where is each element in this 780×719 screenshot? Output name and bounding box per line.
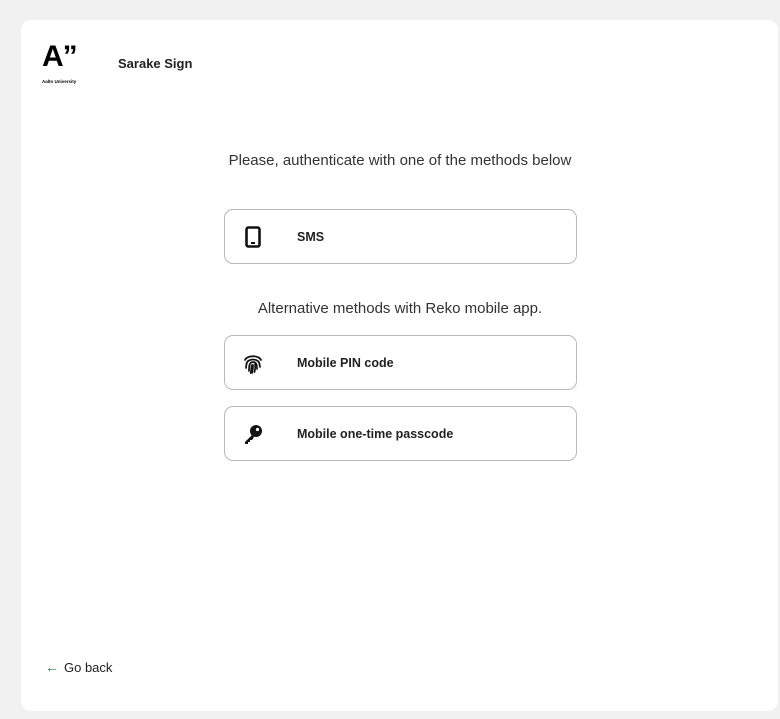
sms-method-button[interactable]: SMS	[224, 209, 577, 264]
aalto-logo: A” Aalto University	[42, 42, 94, 90]
sms-method-label: SMS	[297, 229, 325, 244]
logo-subtext: Aalto University	[42, 79, 77, 84]
phone-icon	[241, 225, 265, 249]
go-back-link[interactable]: ← Go back	[45, 659, 112, 675]
app-name: Sarake Sign	[118, 56, 193, 71]
header: A” Aalto University Sarake Sign	[42, 42, 192, 90]
go-back-label: Go back	[64, 659, 113, 675]
key-icon	[241, 422, 265, 446]
mobile-otp-label: Mobile one-time passcode	[297, 426, 454, 441]
mobile-otp-method-button[interactable]: Mobile one-time passcode	[224, 406, 577, 461]
mobile-pin-label: Mobile PIN code	[297, 355, 394, 370]
fingerprint-icon	[241, 351, 265, 375]
auth-prompt: Please, authenticate with one of the met…	[228, 152, 572, 169]
mobile-pin-method-button[interactable]: Mobile PIN code	[224, 335, 577, 390]
main-card: A” Aalto University Sarake Sign Please, …	[21, 20, 778, 711]
back-arrow-icon: ←	[45, 659, 59, 675]
logo-mark: A”	[42, 40, 78, 73]
alternative-methods-heading: Alternative methods with Reko mobile app…	[257, 300, 543, 317]
